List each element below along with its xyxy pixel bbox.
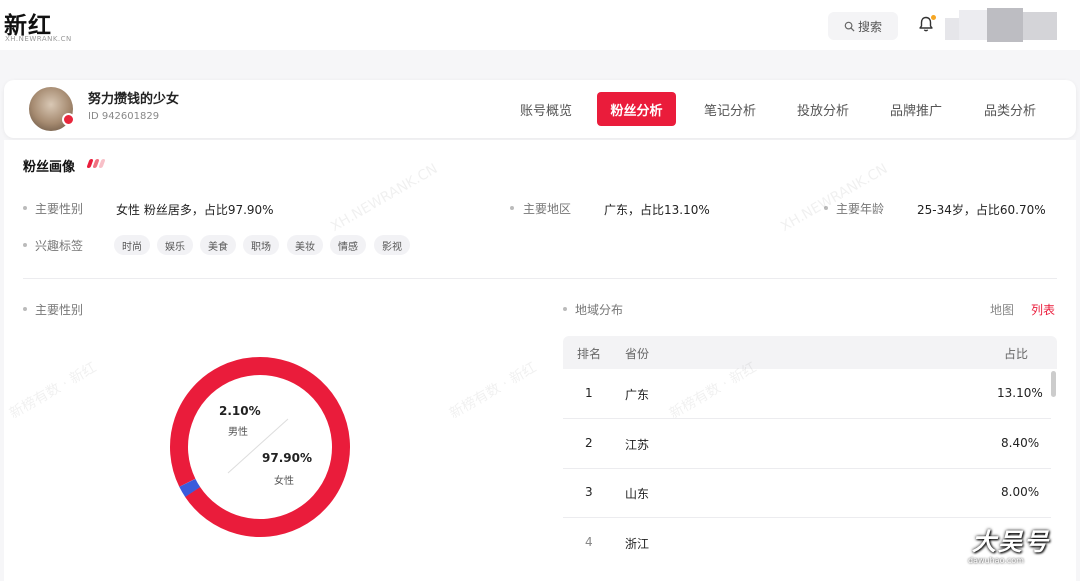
fan-analysis-panel: 粉丝画像 主要性别 女性 粉丝居多，占比97.90% 主要地区 广东，占比13.… (4, 140, 1076, 581)
watermark: 新榜有数 · 新红 (447, 359, 540, 423)
region-chart-title: 地域分布 (575, 303, 624, 317)
female-percent: 97.90% (262, 451, 312, 465)
search-icon (844, 21, 855, 32)
bullet (23, 243, 27, 247)
search-label: 搜索 (857, 19, 882, 34)
bullet (23, 307, 27, 311)
interest-tag: 时尚 (114, 235, 150, 255)
corner-watermark-title: 大吴号 (972, 527, 1050, 556)
male-label: 男性 (228, 427, 248, 438)
percent-cell: 8.40% (1001, 436, 1040, 450)
age-value: 25-34岁，占比60.70% (917, 203, 1046, 217)
analysis-tabs: 账号概览 粉丝分析 笔记分析 投放分析 品牌推广 品类分析 (4, 80, 1076, 138)
map-view-toggle[interactable]: 地图 (990, 301, 1014, 318)
tab-fan-analysis[interactable]: 粉丝分析 (597, 92, 676, 126)
watermark: 新榜有数 · 新红 (7, 359, 100, 423)
table-row[interactable]: 3 山东 8.00% (563, 468, 1051, 518)
percent-cell: 13.10% (997, 386, 1043, 400)
watermark: XH.NEWRANK.CN (778, 160, 891, 236)
gender-label: 主要性别 (35, 202, 84, 216)
tab-note-analysis[interactable]: 笔记分析 (690, 92, 770, 126)
table-header: 排名 省份 占比 (563, 336, 1057, 369)
column-header-rank: 排名 (577, 347, 602, 361)
section-title: 粉丝画像 (23, 160, 76, 175)
table-row[interactable]: 1 广东 13.10% (563, 369, 1051, 419)
province-cell: 广东 (625, 388, 650, 402)
donut-female-arc[interactable] (168, 355, 352, 539)
bullet (563, 307, 567, 311)
column-header-percent: 占比 (1004, 347, 1029, 361)
interest-tag: 娱乐 (157, 235, 193, 255)
male-percent: 2.10% (219, 404, 261, 418)
interest-tag: 美妆 (287, 235, 323, 255)
region-label: 主要地区 (523, 202, 572, 216)
interest-tag: 影视 (374, 235, 410, 255)
search-button[interactable]: 搜索 (828, 12, 898, 40)
divider (23, 278, 1057, 279)
province-cell: 山东 (625, 487, 650, 501)
rank-cell: 1 (585, 386, 593, 400)
table-scrollbar[interactable] (1051, 371, 1056, 397)
age-label: 主要年龄 (836, 202, 885, 216)
top-bar: 新红 XH.NEWRANK.CN 搜索 (0, 0, 1080, 50)
interest-tag: 职场 (243, 235, 279, 255)
gender-donut-chart: 2.10% 男性 97.90% 女性 (168, 355, 352, 539)
list-view-toggle[interactable]: 列表 (1031, 301, 1055, 318)
user-menu-blurred[interactable] (945, 8, 1057, 42)
province-cell: 江苏 (625, 438, 650, 452)
donut-svg (168, 355, 352, 539)
table-row[interactable]: 2 江苏 8.40% (563, 419, 1051, 469)
notification-dot (931, 15, 936, 20)
bullet (824, 206, 828, 210)
gender-chart-title: 主要性别 (35, 303, 84, 317)
percent-cell: 8.00% (1001, 485, 1040, 499)
interest-tag: 情感 (330, 235, 366, 255)
rank-cell: 2 (585, 436, 593, 450)
corner-watermark: 大吴号 dawuhao.com (960, 522, 1070, 574)
tab-account-overview[interactable]: 账号概览 (506, 92, 586, 126)
tab-category-analysis[interactable]: 品类分析 (970, 92, 1050, 126)
title-decoration (86, 159, 108, 168)
bullet (510, 206, 514, 210)
province-cell: 浙江 (625, 537, 650, 551)
interest-tag: 美食 (200, 235, 236, 255)
rank-cell: 3 (585, 485, 593, 499)
interest-label: 兴趣标签 (35, 239, 84, 253)
gender-value: 女性 粉丝居多，占比97.90% (116, 203, 274, 217)
tab-brand-promotion[interactable]: 品牌推广 (876, 92, 956, 126)
donut-male-arc[interactable] (168, 355, 352, 539)
bullet (23, 206, 27, 210)
tab-placement-analysis[interactable]: 投放分析 (783, 92, 863, 126)
rank-cell: 4 (585, 535, 593, 549)
corner-watermark-url: dawuhao.com (968, 556, 1024, 565)
logo-subtitle: XH.NEWRANK.CN (5, 35, 72, 43)
account-card: 努力攒钱的少女 ID 942601829 账号概览 粉丝分析 笔记分析 投放分析… (4, 80, 1076, 138)
female-label: 女性 (274, 476, 294, 487)
column-header-province: 省份 (625, 347, 650, 361)
region-value: 广东，占比13.10% (604, 203, 710, 217)
watermark: XH.NEWRANK.CN (328, 160, 441, 236)
